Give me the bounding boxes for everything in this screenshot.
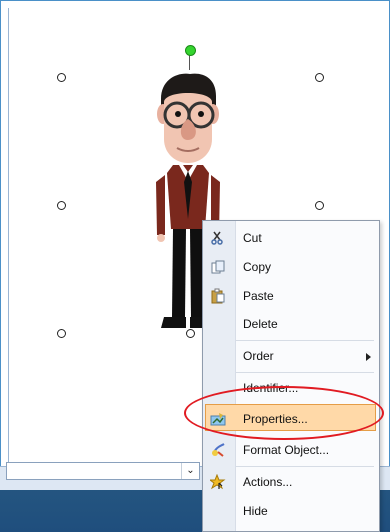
menu-item-label: Format Object... [243,443,330,457]
menu-item-paste[interactable]: Paste [203,282,379,311]
menu-item-hide[interactable]: Hide [203,497,379,526]
menu-separator [236,466,374,467]
menu-separator [236,340,374,341]
menu-separator [236,372,374,373]
resize-handle-middle-left[interactable] [57,201,66,210]
rotation-handle[interactable] [185,45,196,56]
chevron-down-icon[interactable]: ⌄ [181,463,199,479]
menu-item-label: Order [243,349,274,363]
menu-item-label: Delete [243,317,278,331]
actions-icon [210,474,226,490]
object-selector-dropdown[interactable]: ⌄ [6,462,200,480]
submenu-arrow-icon [366,353,371,361]
menu-item-label: Cut [243,231,262,245]
properties-highlight-annotation [184,386,384,440]
resize-handle-middle-right[interactable] [315,201,324,210]
resize-handle-top-right[interactable] [315,73,324,82]
menu-item-label: Hide [243,504,268,518]
resize-handle-bottom-left[interactable] [57,329,66,338]
context-menu: Cut Copy Paste Delete Order Identifier..… [202,220,380,532]
menu-item-cut[interactable]: Cut [203,224,379,253]
menu-item-delete[interactable]: Delete [203,310,379,339]
menu-item-format-object[interactable]: Format Object... [203,436,379,465]
copy-icon [211,260,225,274]
resize-handle-top-left[interactable] [57,73,66,82]
cut-icon [211,231,223,245]
menu-item-copy[interactable]: Copy [203,253,379,282]
menu-item-order[interactable]: Order [203,342,379,371]
format-object-icon [212,443,225,457]
menu-item-label: Paste [243,289,274,303]
menu-item-label: Copy [243,260,272,274]
menu-item-actions[interactable]: Actions... [203,468,379,497]
menu-item-label: Actions... [243,475,293,489]
paste-icon [211,288,225,304]
